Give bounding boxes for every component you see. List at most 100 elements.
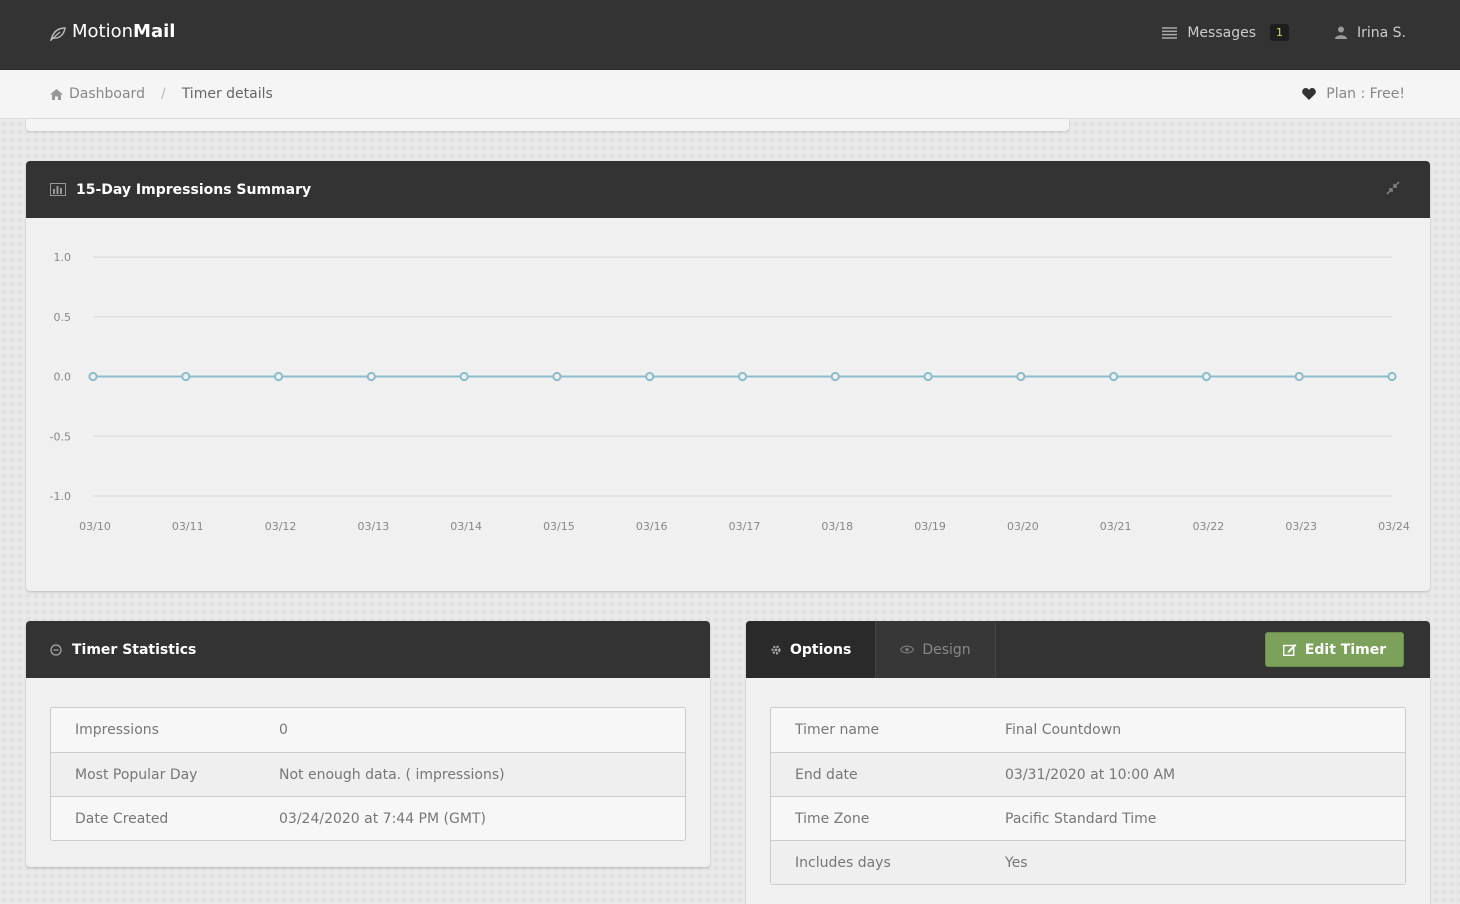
row-key: Timer name — [795, 722, 880, 738]
bar-chart-icon — [50, 183, 66, 196]
breadcrumb-current: Timer details — [181, 86, 273, 102]
data-point[interactable] — [181, 371, 191, 382]
edit-timer-button[interactable]: Edit Timer — [1265, 632, 1404, 667]
messages-label: Messages — [1187, 24, 1256, 41]
impressions-summary-panel: 15-Day Impressions Summary 1.0 0.5 0.0 -0.5… — [26, 161, 1430, 591]
y-tick-label: -1.0 — [50, 490, 71, 503]
x-tick-label: 03/15 — [543, 520, 575, 533]
impressions-line-chart: 1.0 0.5 0.0 -0.5 -1.0 03/10 03/11 03/12 03/13 03… — [50, 251, 1410, 533]
chart-panel-title: 15-Day Impressions Summary — [76, 181, 312, 198]
eye-icon — [900, 645, 915, 654]
data-point[interactable] — [830, 371, 840, 382]
x-tick-label: 03/21 — [1100, 520, 1132, 533]
list-icon — [1162, 26, 1178, 39]
data-point[interactable] — [645, 371, 655, 382]
data-point[interactable] — [88, 371, 98, 382]
clock-icon — [50, 643, 62, 656]
data-point[interactable] — [552, 371, 562, 382]
tab-design[interactable]: Design — [876, 621, 996, 678]
timer-options-panel: Options Design Edit Timer Timer name Fin… — [746, 621, 1430, 904]
row-value: 03/31/2020 at 10:00 AM — [1005, 766, 1176, 783]
top-navbar: MotionMail Messages 1 Irina S. — [0, 0, 1460, 70]
breadcrumb: Dashboard / Timer details — [50, 86, 273, 102]
x-tick-label: 03/14 — [450, 520, 482, 533]
data-point[interactable] — [459, 371, 469, 382]
stats-panel-header: Timer Statistics — [26, 621, 710, 678]
x-tick-label: 03/22 — [1193, 520, 1225, 533]
x-tick-label: 03/24 — [1378, 520, 1410, 533]
y-tick-label: 0.5 — [54, 311, 72, 324]
heart-icon — [1302, 88, 1317, 100]
options-tab-bar: Options Design Edit Timer — [746, 621, 1430, 678]
home-icon — [50, 88, 63, 100]
timer-statistics-panel: Timer Statistics Impressions 0 Most Popu… — [26, 621, 710, 867]
y-tick-label: 1.0 — [54, 251, 72, 264]
data-point[interactable] — [1109, 371, 1119, 382]
options-table: Timer name Final Countdown End date 03/3… — [770, 707, 1406, 885]
tab-design-label: Design — [922, 641, 971, 658]
x-tick-label: 03/23 — [1285, 520, 1317, 533]
row-value: Pacific Standard Time — [1005, 810, 1157, 827]
row-value: Final Countdown — [1005, 722, 1122, 738]
data-point[interactable] — [1016, 371, 1026, 382]
data-point[interactable] — [273, 371, 284, 382]
row-value: 0 — [279, 722, 288, 738]
y-tick-label: -0.5 — [50, 430, 71, 443]
brand-logo[interactable]: MotionMail — [49, 21, 176, 42]
top-nav-links: Messages 1 Irina S. — [1162, 24, 1406, 41]
table-row: Date Created 03/24/2020 at 7:44 PM (GMT) — [51, 796, 685, 840]
data-point[interactable] — [366, 371, 376, 382]
gear-icon — [770, 644, 782, 656]
tab-options[interactable]: Options — [746, 621, 877, 678]
collapsed-panel-edge — [26, 119, 1069, 131]
table-row: Impressions 0 — [51, 708, 685, 752]
collapse-icon[interactable] — [1386, 181, 1400, 195]
table-row: Includes days Yes — [771, 840, 1405, 884]
row-key: Date Created — [75, 810, 169, 827]
statistics-table: Impressions 0 Most Popular Day Not enoug… — [50, 707, 686, 841]
row-key: Most Popular Day — [75, 766, 198, 783]
breadcrumb-bar: Dashboard / Timer details Plan : Free! — [0, 70, 1460, 119]
x-tick-label: 03/11 — [172, 520, 204, 533]
x-tick-label: 03/19 — [914, 520, 946, 533]
stats-panel-title: Timer Statistics — [72, 641, 197, 658]
leaf-icon — [49, 25, 66, 42]
table-row: Timer name Final Countdown — [771, 708, 1405, 752]
row-key: End date — [795, 766, 858, 783]
data-point[interactable] — [737, 371, 748, 382]
brand-prefix: Motion — [72, 21, 134, 42]
data-point[interactable] — [1294, 371, 1304, 382]
row-value: 03/24/2020 at 7:44 PM (GMT) — [279, 810, 486, 827]
user-icon — [1334, 26, 1347, 39]
edit-timer-label: Edit Timer — [1304, 641, 1387, 658]
row-key: Time Zone — [795, 810, 870, 827]
x-tick-label: 03/10 — [79, 520, 111, 533]
row-key: Includes days — [795, 854, 891, 871]
breadcrumb-separator: / — [160, 86, 166, 102]
breadcrumb-dashboard[interactable]: Dashboard — [69, 86, 145, 102]
x-tick-label: 03/20 — [1007, 520, 1039, 533]
plan-label: Plan : Free! — [1326, 86, 1405, 102]
y-tick-label: 0.0 — [54, 371, 72, 384]
table-row: Time Zone Pacific Standard Time — [771, 796, 1405, 840]
table-row: End date 03/31/2020 at 10:00 AM — [771, 752, 1405, 796]
data-point[interactable] — [1201, 371, 1212, 382]
brand-suffix: Mail — [133, 21, 176, 42]
tab-options-label: Options — [790, 641, 852, 658]
user-menu[interactable]: Irina S. — [1334, 24, 1406, 41]
data-point[interactable] — [923, 371, 933, 382]
data-point[interactable] — [1387, 371, 1397, 382]
x-tick-label: 03/17 — [729, 520, 761, 533]
x-tick-label: 03/12 — [265, 520, 297, 533]
edit-icon — [1282, 643, 1297, 656]
messages-count-badge: 1 — [1269, 24, 1289, 41]
plan-indicator[interactable]: Plan : Free! — [1302, 86, 1405, 102]
row-key: Impressions — [75, 722, 159, 738]
messages-link[interactable]: Messages 1 — [1162, 24, 1289, 41]
x-tick-label: 03/18 — [821, 520, 853, 533]
row-value: Yes — [1005, 854, 1028, 871]
user-name: Irina S. — [1356, 24, 1406, 41]
row-value: Not enough data. ( impressions) — [279, 766, 505, 783]
chart-panel-header: 15-Day Impressions Summary — [26, 161, 1430, 218]
x-tick-label: 03/13 — [358, 520, 390, 533]
